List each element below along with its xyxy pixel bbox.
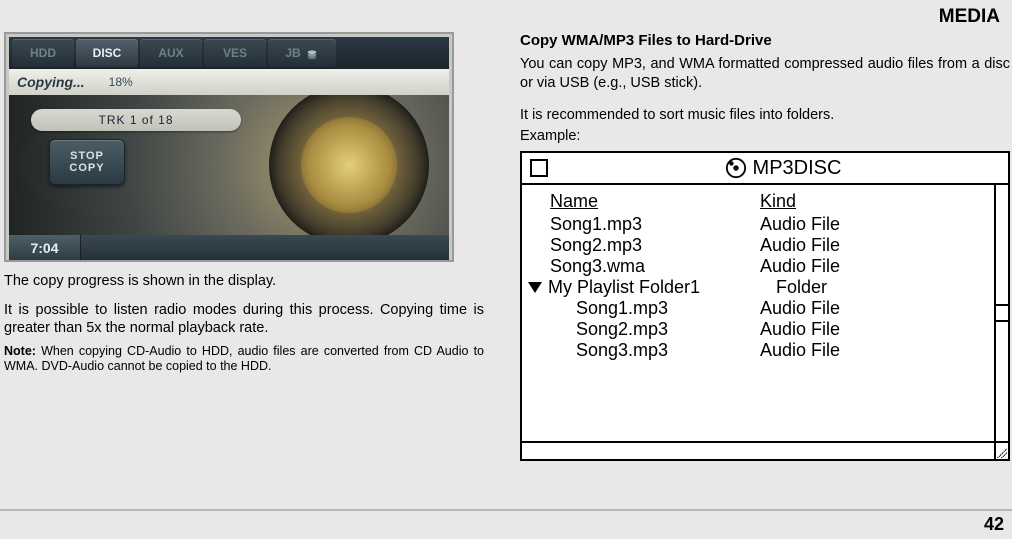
cell-kind: Audio File: [760, 256, 840, 277]
list-folder: My Playlist Folder1 Folder: [528, 277, 984, 298]
note-text: When copying CD-Audio to HDD, audio file…: [4, 344, 484, 374]
cell-kind: Audio File: [760, 298, 840, 319]
list-item: Song2.mp3 Audio File: [550, 235, 984, 256]
list-item: Song1.mp3 Audio File: [550, 298, 984, 319]
tab-jb[interactable]: JB: [268, 39, 336, 67]
page-number: 42: [984, 514, 1004, 535]
list-item: Song1.mp3 Audio File: [550, 214, 984, 235]
col-header-name: Name: [550, 191, 760, 212]
device-screenshot: HDD DISC AUX VES JB Copying...: [4, 32, 454, 262]
cell-kind: Audio File: [760, 214, 840, 235]
scroll-track-top: [996, 185, 1008, 304]
section-title: MEDIA: [939, 6, 1000, 28]
listing-scrollbar[interactable]: [994, 185, 1008, 441]
folder-name: My Playlist Folder1: [548, 277, 776, 298]
note-label: Note:: [4, 344, 36, 358]
listing-title: MP3DISC: [753, 157, 842, 180]
track-indicator: TRK 1 of 18: [31, 109, 241, 131]
footer-fill: [522, 443, 994, 459]
tab-jb-label: JB: [285, 46, 300, 60]
tab-hdd[interactable]: HDD: [12, 39, 74, 67]
copy-status-row: Copying... 18%: [9, 69, 449, 95]
scroll-thumb[interactable]: [996, 304, 1008, 322]
window-square-icon: [530, 159, 548, 177]
brand-wheel-graphic: [269, 95, 429, 235]
list-item: Song2.mp3 Audio File: [550, 319, 984, 340]
right-paragraph-2: It is recommended to sort music files in…: [520, 106, 1010, 125]
clock-display: 7:04: [9, 235, 81, 261]
left-paragraph-2: It is possible to listen radio modes dur…: [4, 301, 484, 338]
left-paragraph-1: The copy progress is shown in the displa…: [4, 272, 484, 291]
page: MEDIA HDD DISC AUX VES JB: [0, 0, 1012, 539]
source-tab-row: HDD DISC AUX VES JB: [9, 37, 449, 69]
listing-title-wrap: MP3DISC: [558, 157, 1008, 180]
cell-kind: Audio File: [760, 319, 840, 340]
listing-footer: [522, 441, 1008, 459]
cell-kind: Audio File: [760, 235, 840, 256]
listing-body: Name Kind Song1.mp3 Audio File Song2.mp3…: [522, 185, 1008, 441]
cell-kind: Audio File: [760, 340, 840, 361]
jukebox-icon: [305, 46, 319, 60]
copy-progress-percent: 18%: [109, 75, 133, 89]
cell-name: Song2.mp3: [576, 319, 760, 340]
cell-name: Song2.mp3: [550, 235, 760, 256]
folder-listing-box: MP3DISC Name Kind Song1.mp3 Audio File: [520, 151, 1010, 461]
stop-copy-line2: COPY: [69, 162, 104, 174]
listing-titlebar: MP3DISC: [522, 153, 1008, 185]
tab-ves[interactable]: VES: [204, 39, 266, 67]
cell-name: Song1.mp3: [550, 214, 760, 235]
content-columns: HDD DISC AUX VES JB Copying...: [0, 0, 1012, 461]
example-label: Example:: [520, 127, 1010, 146]
right-heading: Copy WMA/MP3 Files to Hard-Drive: [520, 32, 1010, 49]
tab-disc[interactable]: DISC: [76, 39, 138, 67]
page-divider: [0, 509, 1012, 511]
left-note: Note: When copying CD-Audio to HDD, audi…: [4, 344, 484, 375]
collapse-arrow-icon: [528, 282, 542, 293]
screenshot-inner: HDD DISC AUX VES JB Copying...: [9, 37, 449, 257]
left-column: HDD DISC AUX VES JB Copying...: [0, 32, 484, 461]
screenshot-main-area: TRK 1 of 18 STOP COPY: [9, 95, 449, 235]
listing-main: Name Kind Song1.mp3 Audio File Song2.mp3…: [522, 185, 994, 441]
tab-aux[interactable]: AUX: [140, 39, 202, 67]
scroll-track-bottom: [996, 322, 1008, 441]
folder-kind: Folder: [776, 277, 827, 298]
screenshot-bottom-bar: 7:04: [9, 235, 449, 261]
stop-copy-line1: STOP: [70, 150, 104, 162]
col-header-kind: Kind: [760, 191, 796, 212]
disc-icon: [725, 157, 747, 179]
resize-grip-icon[interactable]: [994, 443, 1008, 459]
right-column: Copy WMA/MP3 Files to Hard-Drive You can…: [484, 32, 1012, 461]
list-item: Song3.wma Audio File: [550, 256, 984, 277]
cell-name: Song3.wma: [550, 256, 760, 277]
cell-name: Song1.mp3: [576, 298, 760, 319]
list-item: Song3.mp3 Audio File: [550, 340, 984, 361]
copy-status-text: Copying...: [17, 74, 85, 90]
listing-header-row: Name Kind: [550, 191, 984, 212]
cell-name: Song3.mp3: [576, 340, 760, 361]
stop-copy-button[interactable]: STOP COPY: [49, 139, 125, 185]
right-paragraph-1: You can copy MP3, and WMA formatted comp…: [520, 55, 1010, 92]
